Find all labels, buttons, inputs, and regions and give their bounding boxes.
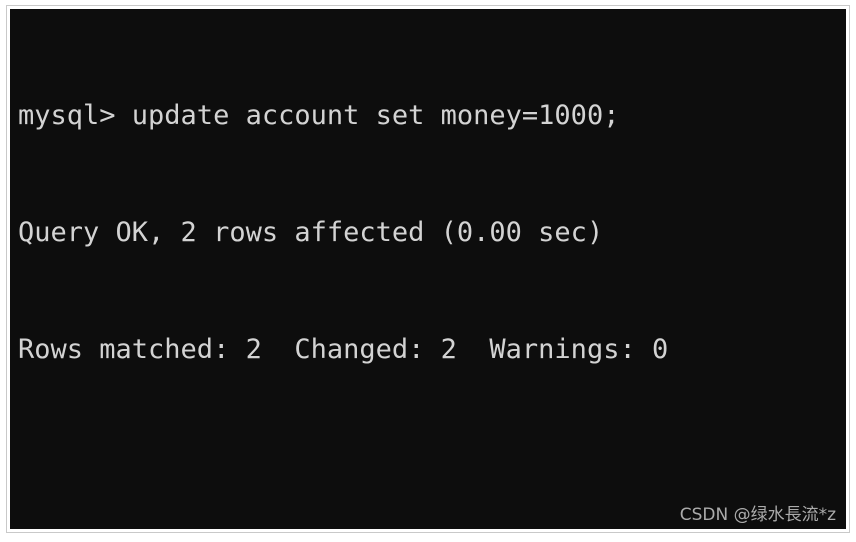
terminal-line-query-ok: Query OK, 2 rows affected (0.00 sec) (18, 217, 604, 248)
terminal-line-rows-matched: Rows matched: 2 Changed: 2 Warnings: 0 (18, 334, 669, 365)
screenshot-root: mysql> update account set money=1000; Qu… (0, 0, 856, 542)
terminal-frame: mysql> update account set money=1000; Qu… (6, 5, 850, 533)
terminal-line-command-update: mysql> update account set money=1000; (18, 100, 620, 131)
terminal-output[interactable]: mysql> update account set money=1000; Qu… (18, 18, 846, 529)
watermark-text: CSDN @绿水長流*z (679, 505, 836, 525)
terminal-window[interactable]: mysql> update account set money=1000; Qu… (10, 9, 846, 529)
